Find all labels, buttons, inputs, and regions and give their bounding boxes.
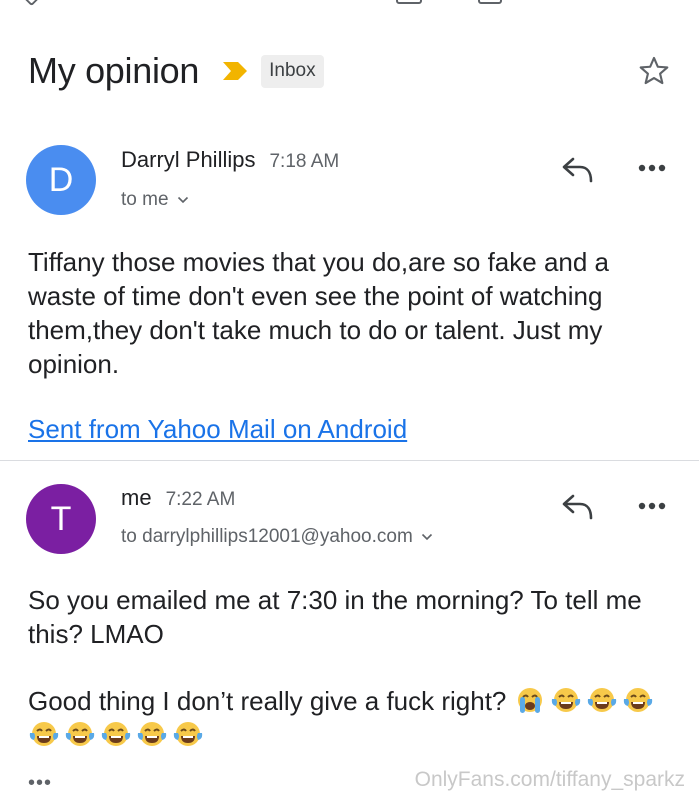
chevron-down-icon	[177, 196, 188, 204]
trimmed-content-toggle[interactable]: •••	[28, 772, 52, 795]
sender-name: Darryl Phillips	[121, 147, 256, 172]
inbox-label-chip[interactable]: Inbox	[261, 54, 324, 88]
sender-line: me 7:22 AM	[121, 485, 235, 511]
archive-icon[interactable]	[396, 0, 422, 4]
recipient-details-toggle[interactable]: to darrylphillips12001@yahoo.com	[121, 526, 433, 548]
face-with-tears-of-joy-icon	[551, 688, 580, 712]
message-body: Tiffany those movies that you do,are so …	[28, 247, 610, 379]
message-divider	[0, 460, 699, 461]
recipient-text: to me	[121, 189, 169, 210]
more-options-icon[interactable]	[637, 501, 667, 511]
face-with-tears-of-joy-icon	[29, 722, 59, 746]
loudly-crying-face-icon	[517, 688, 542, 713]
subject-title: My opinion	[28, 50, 200, 91]
reply-icon[interactable]	[560, 492, 596, 522]
reply-icon[interactable]	[560, 155, 596, 185]
avatar[interactable]: D	[26, 145, 96, 215]
chevron-down-icon	[421, 533, 432, 541]
avatar[interactable]: T	[26, 484, 96, 554]
more-options-icon[interactable]	[637, 163, 667, 173]
important-marker-icon[interactable]	[221, 60, 249, 82]
face-with-tears-of-joy-icon	[101, 722, 131, 746]
delete-icon[interactable]	[478, 0, 502, 4]
sender-line: Darryl Phillips 7:18 AM	[121, 147, 339, 173]
message-body-text: Good thing I don’t really give a fuck ri…	[28, 686, 507, 716]
subject-row: My opinion Inbox	[28, 46, 671, 96]
signature-link[interactable]: Sent from Yahoo Mail on Android	[28, 414, 407, 445]
message-time: 7:22 AM	[165, 489, 236, 510]
recipient-details-toggle[interactable]: to me	[121, 189, 189, 211]
sender-name: me	[121, 485, 152, 510]
recipient-text: to darrylphillips12001@yahoo.com	[121, 526, 413, 547]
face-with-tears-of-joy-icon	[65, 722, 95, 746]
watermark: OnlyFans.com/tiffany_sparkz	[414, 768, 685, 791]
star-icon[interactable]	[637, 54, 671, 88]
face-with-tears-of-joy-icon	[173, 722, 203, 746]
face-with-tears-of-joy-icon	[137, 722, 167, 746]
back-arrow-icon[interactable]	[21, 0, 45, 7]
message-body: So you emailed me at 7:30 in the morning…	[28, 585, 642, 649]
message-body-continued: Good thing I don’t really give a fuck ri…	[28, 684, 671, 752]
message-time: 7:18 AM	[269, 151, 340, 172]
face-with-tears-of-joy-icon	[623, 688, 652, 712]
face-with-tears-of-joy-icon	[587, 688, 616, 712]
